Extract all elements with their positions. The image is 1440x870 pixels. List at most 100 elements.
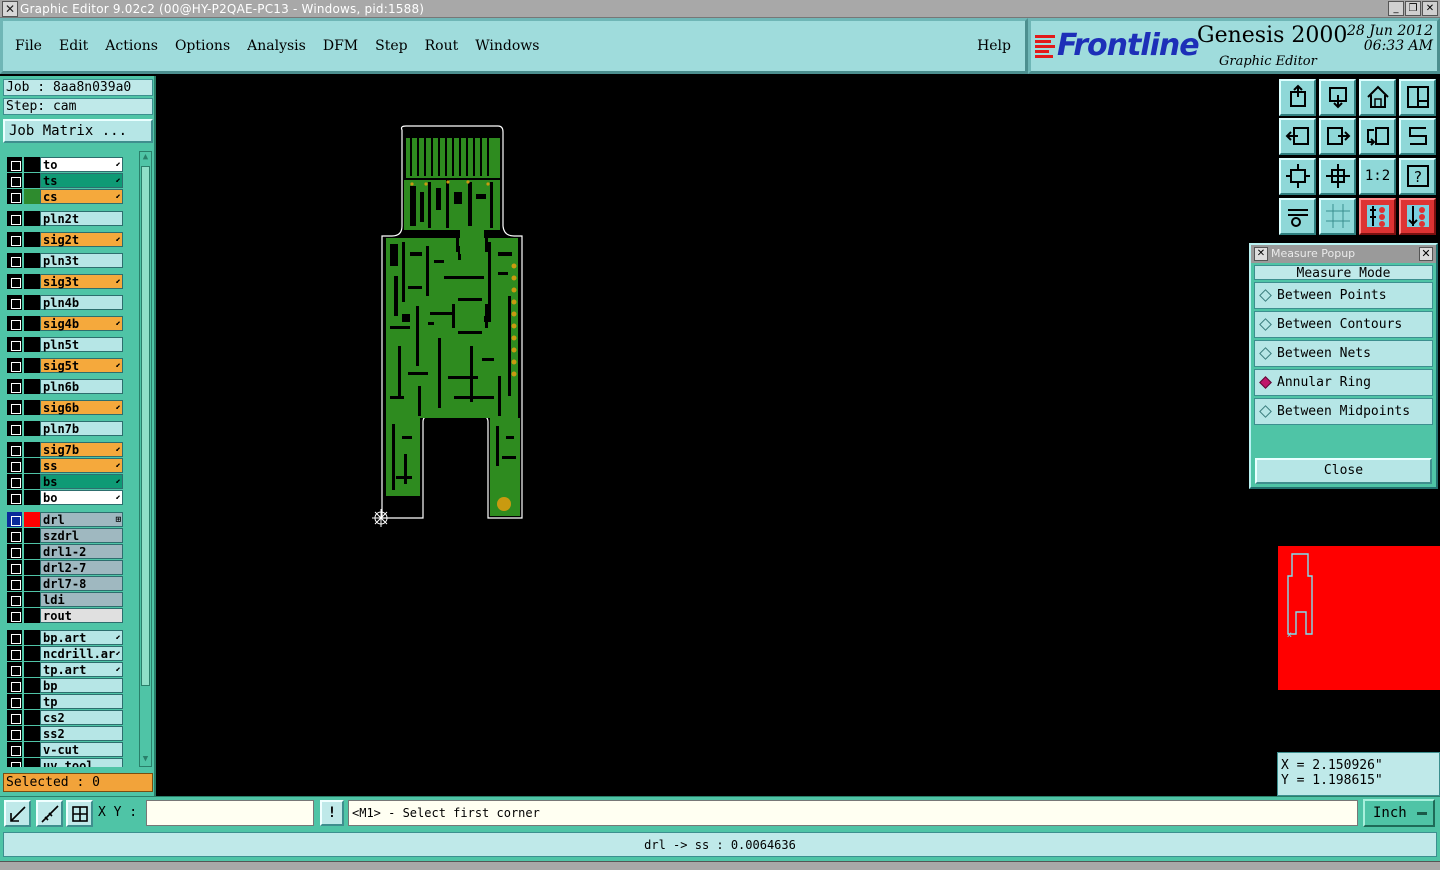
grid-icon[interactable] <box>1319 198 1356 235</box>
layer-checkbox[interactable] <box>7 274 22 289</box>
help-icon[interactable]: ? <box>1399 158 1436 195</box>
menu-analysis[interactable]: Analysis <box>247 38 306 54</box>
layer-color-swatch[interactable] <box>24 512 40 527</box>
layer-color-swatch[interactable] <box>24 630 40 645</box>
layer-name[interactable]: sig2t ⬋ <box>40 232 123 247</box>
layer-name[interactable]: sig3t ⬋ <box>40 274 123 289</box>
layer-name[interactable]: pln4b <box>40 295 123 310</box>
xy-input[interactable] <box>146 800 314 826</box>
layer-row[interactable]: ss2 <box>4 726 138 741</box>
layer-checkbox[interactable] <box>7 490 22 505</box>
layer-color-swatch[interactable] <box>24 274 40 289</box>
layer-row[interactable]: ts ⬋ <box>4 173 138 188</box>
layer-name[interactable]: drl2-7 <box>40 560 123 575</box>
layer-row[interactable]: ncdrill.ar ⬋ <box>4 646 138 661</box>
layer-checkbox[interactable] <box>7 678 22 693</box>
layer-checkbox[interactable] <box>7 742 22 757</box>
menu-step[interactable]: Step <box>375 38 407 54</box>
layer-color-swatch[interactable] <box>24 474 40 489</box>
layer-color-swatch[interactable] <box>24 400 40 415</box>
layer-name[interactable]: sig6b ⬋ <box>40 400 123 415</box>
layer-row[interactable]: drl2-7 <box>4 560 138 575</box>
mode-between-contours[interactable]: Between Contours <box>1254 311 1433 338</box>
layer-checkbox[interactable] <box>7 528 22 543</box>
menu-dfm[interactable]: DFM <box>323 38 358 54</box>
layer-checkbox[interactable] <box>7 337 22 352</box>
layer-checkbox[interactable] <box>7 758 22 767</box>
mode-between-points[interactable]: Between Points <box>1254 282 1433 309</box>
layer-row[interactable]: v-cut <box>4 742 138 757</box>
layer-row[interactable]: pln6b <box>4 379 138 394</box>
layer-name[interactable]: pln5t <box>40 337 123 352</box>
menu-options[interactable]: Options <box>175 38 230 54</box>
layer-checkbox[interactable] <box>7 560 22 575</box>
layer-checkbox[interactable] <box>7 189 22 204</box>
layer-order-icon[interactable] <box>1399 198 1436 235</box>
layer-name[interactable]: sig7b ⬋ <box>40 442 123 457</box>
layer-checkbox[interactable] <box>7 608 22 623</box>
pan-right-icon[interactable] <box>1319 118 1356 155</box>
menu-rout[interactable]: Rout <box>425 38 459 54</box>
layer-name[interactable]: ts ⬋ <box>40 173 123 188</box>
layer-row[interactable]: bp <box>4 678 138 693</box>
layer-row[interactable]: sig7b ⬋ <box>4 442 138 457</box>
layer-row[interactable]: pln4b <box>4 295 138 310</box>
layer-row[interactable]: pln5t <box>4 337 138 352</box>
layer-checkbox[interactable] <box>7 474 22 489</box>
layer-checkbox[interactable] <box>7 211 22 226</box>
measure-close-button[interactable]: Close <box>1255 458 1432 484</box>
layer-color-swatch[interactable] <box>24 458 40 473</box>
fit-icon[interactable] <box>1279 158 1316 195</box>
layer-name[interactable]: drl7-8 <box>40 576 123 591</box>
menu-actions[interactable]: Actions <box>105 38 158 54</box>
zoom-home-icon[interactable] <box>1279 79 1316 116</box>
layer-color-swatch[interactable] <box>24 592 40 607</box>
layer-name[interactable]: drl ⊞ <box>40 512 123 527</box>
layer-checkbox[interactable] <box>7 710 22 725</box>
units-select[interactable]: Inch <box>1363 799 1435 827</box>
layer-name[interactable]: pln6b <box>40 379 123 394</box>
graphic-canvas[interactable] <box>158 76 1276 796</box>
layer-row[interactable]: sig4b ⬋ <box>4 316 138 331</box>
minimize-button[interactable]: _ <box>1388 1 1404 16</box>
menu-help[interactable]: Help <box>977 38 1011 54</box>
layer-row[interactable]: pln7b <box>4 421 138 436</box>
layer-name[interactable]: cs ⬋ <box>40 189 123 204</box>
layer-checkbox[interactable] <box>7 576 22 591</box>
layer-row[interactable]: uv tool <box>4 758 138 767</box>
layer-checkbox[interactable] <box>7 253 22 268</box>
layer-color-swatch[interactable] <box>24 742 40 757</box>
layer-checkbox[interactable] <box>7 646 22 661</box>
scroll-up-icon[interactable]: ▲ <box>140 152 151 164</box>
layer-row[interactable]: drl1-2 <box>4 544 138 559</box>
layer-name[interactable]: sig4b ⬋ <box>40 316 123 331</box>
layer-name[interactable]: drl1-2 <box>40 544 123 559</box>
layer-name[interactable]: szdrl <box>40 528 123 543</box>
layer-color-swatch[interactable] <box>24 442 40 457</box>
menu-edit[interactable]: Edit <box>59 38 88 54</box>
layer-checkbox[interactable] <box>7 662 22 677</box>
layer-row[interactable]: sig3t ⬋ <box>4 274 138 289</box>
mode-between-nets[interactable]: Between Nets <box>1254 340 1433 367</box>
layer-checkbox[interactable] <box>7 458 22 473</box>
layer-row[interactable]: cs ⬋ <box>4 189 138 204</box>
layer-checkbox[interactable] <box>7 400 22 415</box>
snap-icon[interactable] <box>4 800 31 827</box>
layer-row[interactable]: bo ⬋ <box>4 490 138 505</box>
layer-checkbox[interactable] <box>7 512 22 527</box>
layer-name[interactable]: tp.art ⬋ <box>40 662 123 677</box>
layer-row[interactable]: rout <box>4 608 138 623</box>
layer-name[interactable]: bp.art ⬋ <box>40 630 123 645</box>
layer-row[interactable]: bp.art ⬋ <box>4 630 138 645</box>
layer-checkbox[interactable] <box>7 630 22 645</box>
layer-checkbox[interactable] <box>7 232 22 247</box>
layer-color-swatch[interactable] <box>24 232 40 247</box>
layer-checkbox[interactable] <box>7 694 22 709</box>
overview-map[interactable]: x <box>1278 546 1440 690</box>
grid-snap-icon[interactable] <box>66 800 93 827</box>
zoom-down-icon[interactable] <box>1319 79 1356 116</box>
close-button[interactable]: ✕ <box>1422 1 1438 16</box>
layer-checkbox[interactable] <box>7 592 22 607</box>
scale-icon[interactable]: 1:2 <box>1359 158 1396 195</box>
layer-color-swatch[interactable] <box>24 421 40 436</box>
